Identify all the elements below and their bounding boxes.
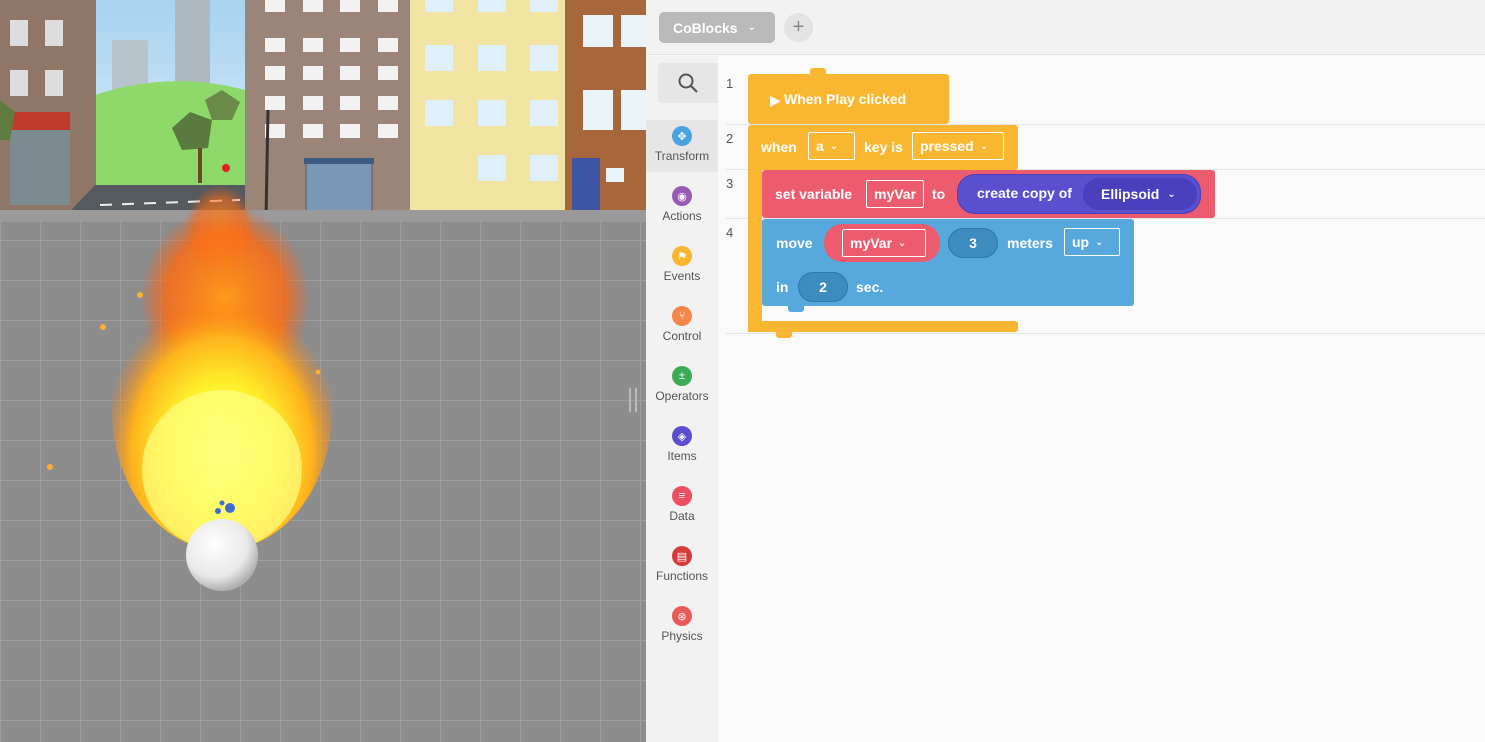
chevron-down-icon: ⌄ (898, 237, 907, 249)
duration-value: 2 (819, 279, 827, 295)
script-tab[interactable]: CoBlocks ⌄ (659, 12, 775, 43)
create-copy-block[interactable]: create copy of Ellipsoid ⌄ (957, 174, 1201, 214)
category-label: Events (663, 269, 701, 283)
cube-icon: ◈ (672, 426, 692, 446)
set-variable-label: set variable (775, 186, 853, 202)
block-workspace[interactable]: 1 2 3 4 ▶ When Play clicked when a ⌄ key… (718, 56, 1485, 742)
line-number: 3 (726, 176, 734, 191)
script-tab-label: CoBlocks (673, 19, 738, 36)
key-state-value: pressed (920, 138, 974, 154)
move-variable-reporter[interactable]: myVar ⌄ (824, 224, 940, 262)
key-is-label: key is (864, 139, 903, 155)
chevron-down-icon: ⌄ (829, 140, 839, 152)
move-variable-value: myVar (850, 235, 893, 251)
category-control[interactable]: ⑂ Control (646, 300, 718, 352)
flag-icon: ⚑ (672, 246, 692, 266)
key-dropdown[interactable]: a ⌄ (808, 132, 855, 160)
copy-target-dropdown[interactable]: Ellipsoid ⌄ (1083, 178, 1197, 210)
to-label: to (932, 186, 946, 202)
plus-icon: + (792, 16, 805, 38)
when-key-pressed-block[interactable]: when a ⌄ key is pressed ⌄ (748, 125, 1018, 170)
editor-topbar: CoBlocks ⌄ + (646, 0, 1485, 55)
category-label: Operators (655, 389, 709, 403)
line-number: 4 (726, 225, 734, 240)
category-functions[interactable]: ▤ Functions (646, 540, 718, 592)
category-operators[interactable]: ± Operators (646, 360, 718, 412)
category-events[interactable]: ⚑ Events (646, 240, 718, 292)
chevron-down-icon: ⌄ (979, 140, 989, 152)
create-copy-label: create copy of (977, 185, 1072, 201)
block-notch (810, 68, 826, 74)
orbit-icon: ⊛ (672, 606, 692, 626)
branch-icon: ⑂ (672, 306, 692, 326)
duration-input[interactable]: 2 (798, 272, 848, 302)
category-label: Control (662, 329, 702, 343)
add-tab-button[interactable]: + (784, 13, 813, 42)
line-number: 1 (726, 76, 734, 91)
variable-name-field[interactable]: myVar (866, 180, 924, 208)
meters-label: meters (1007, 235, 1053, 251)
when-label: when (761, 139, 797, 155)
category-label: Physics (661, 629, 703, 643)
in-label: in (776, 279, 789, 295)
3d-viewport[interactable] (0, 0, 646, 742)
category-physics[interactable]: ⊛ Physics (646, 600, 718, 652)
search-icon (678, 73, 698, 93)
block-notch (776, 332, 792, 338)
play-triangle-icon: ▶ (770, 92, 781, 108)
when-play-clicked-block[interactable]: ▶ When Play clicked (748, 68, 949, 124)
chevron-down-icon: ⌄ (747, 22, 756, 33)
c-block-arm (748, 166, 762, 332)
category-data[interactable]: ≡ Data (646, 480, 718, 532)
category-label: Items (667, 449, 697, 463)
move-amount-value: 3 (969, 235, 977, 251)
event-label: When Play clicked (784, 91, 907, 107)
row-separator (726, 333, 1485, 334)
category-label: Functions (655, 569, 709, 583)
variable-name: myVar (874, 186, 917, 202)
line-number: 2 (726, 131, 734, 146)
c-block-bottom (748, 321, 1018, 332)
chevron-down-icon: ⌄ (1095, 236, 1104, 248)
sec-label: sec. (856, 279, 884, 295)
key-state-dropdown[interactable]: pressed ⌄ (912, 132, 1004, 160)
splitter-handle[interactable] (629, 388, 637, 412)
scene-render (0, 0, 646, 742)
category-transform[interactable]: ✥ Transform (646, 120, 718, 172)
book-icon: ▤ (672, 546, 692, 566)
copy-target-value: Ellipsoid (1101, 186, 1160, 202)
move-label: move (776, 235, 813, 251)
code-editor: CoBlocks ⌄ + ✥ Transform ◉ Actions ⚑ Events ⑂ C… (646, 0, 1485, 742)
category-label: Actions (662, 209, 702, 223)
move-variable-dropdown[interactable]: myVar ⌄ (842, 229, 926, 257)
key-value: a (816, 138, 824, 154)
list-icon: ≡ (672, 486, 692, 506)
direction-value: up (1072, 234, 1090, 250)
category-label: Data (669, 509, 695, 523)
category-actions[interactable]: ◉ Actions (646, 180, 718, 232)
block-notch (788, 306, 804, 312)
set-variable-block[interactable]: set variable myVar to create copy of Ell… (762, 170, 1215, 218)
plus-percent-icon: ± (672, 366, 692, 386)
direction-dropdown[interactable]: up ⌄ (1064, 228, 1120, 256)
chevron-down-icon: ⌄ (1167, 188, 1176, 200)
block-palette: ✥ Transform ◉ Actions ⚑ Events ⑂ Control ± Operat… (646, 56, 718, 742)
move-block[interactable]: move myVar ⌄ 3 meters up ⌄ in 2 sec. (762, 219, 1134, 306)
move-amount-input[interactable]: 3 (948, 228, 998, 258)
move-arrows-icon: ✥ (672, 126, 692, 146)
search-button[interactable] (658, 63, 718, 103)
category-items[interactable]: ◈ Items (646, 420, 718, 472)
category-label: Transform (654, 149, 710, 163)
eye-icon: ◉ (672, 186, 692, 206)
